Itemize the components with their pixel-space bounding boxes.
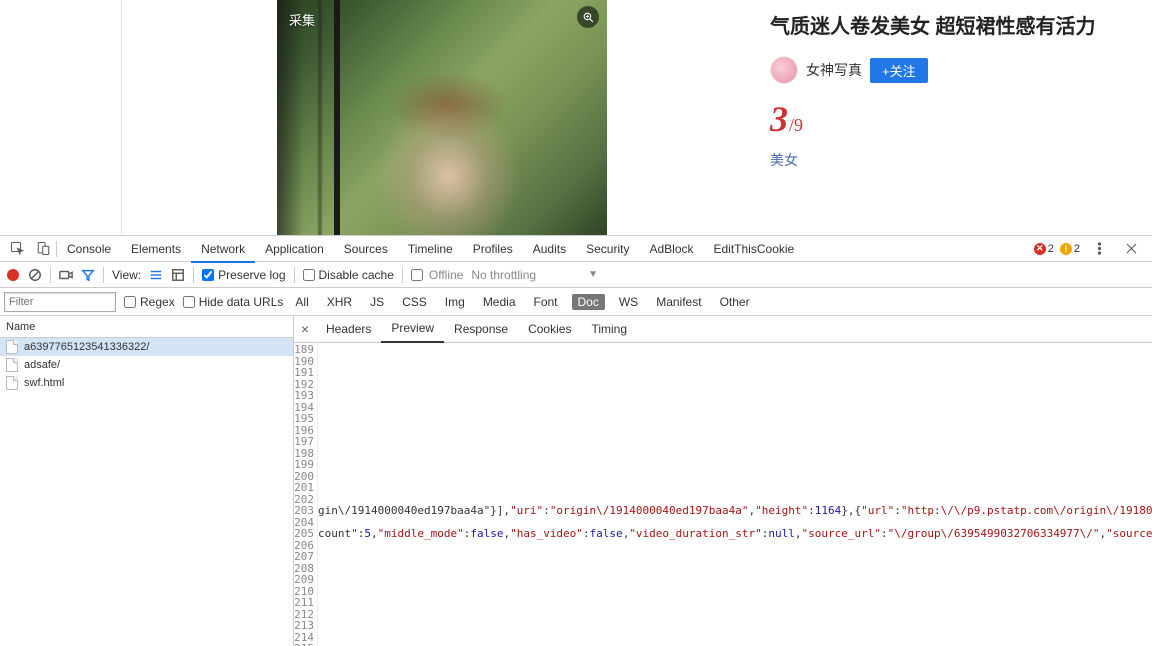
request-list: Name a6397765123541336322/adsafe/swf.htm…	[0, 316, 294, 646]
preview-tab-preview[interactable]: Preview	[381, 316, 444, 343]
gallery-counter: 3 /9	[770, 98, 1134, 140]
preview-tab-cookies[interactable]: Cookies	[518, 316, 581, 343]
network-filter-row: Regex Hide data URLs All XHR JS CSS Img Media…	[0, 288, 1152, 316]
preview-tabs: × HeadersPreviewResponseCookiesTiming	[294, 316, 1152, 343]
tab-network[interactable]: Network	[191, 236, 255, 262]
filter-type-doc[interactable]: Doc	[572, 294, 605, 310]
request-list-header[interactable]: Name	[0, 316, 293, 338]
tag-link[interactable]: 美女	[770, 150, 798, 170]
camera-icon[interactable]	[59, 268, 73, 282]
page-title: 气质迷人卷发美女 超短裙性感有活力	[770, 12, 1134, 42]
filter-type-js[interactable]: JS	[366, 295, 388, 309]
filter-type-ws[interactable]: WS	[615, 295, 642, 309]
filter-input[interactable]	[4, 292, 116, 312]
preview-tab-response[interactable]: Response	[444, 316, 518, 343]
filter-icon[interactable]	[81, 268, 95, 282]
document-icon	[6, 358, 18, 372]
view-list-icon[interactable]	[149, 268, 163, 282]
filter-type-all[interactable]: All	[291, 295, 312, 309]
collect-label[interactable]: 采集	[289, 10, 315, 29]
tab-application[interactable]: Application	[255, 236, 334, 262]
tab-adblock[interactable]: AdBlock	[639, 236, 703, 262]
inspect-icon[interactable]	[4, 236, 30, 262]
request-row[interactable]: swf.html	[0, 374, 293, 392]
warning-count[interactable]: !2	[1060, 243, 1080, 255]
webpage-viewport: 采集 气质迷人卷发美女 超短裙性感有活力 女神写真 +关注 3 /9 美女	[0, 0, 1152, 235]
record-icon[interactable]	[6, 268, 20, 282]
author-name[interactable]: 女神写真	[806, 60, 862, 80]
avatar[interactable]	[770, 56, 798, 84]
tab-console[interactable]: Console	[57, 236, 121, 262]
main-photo[interactable]: 采集	[277, 0, 607, 235]
filter-type-manifest[interactable]: Manifest	[652, 295, 705, 309]
preview-tab-headers[interactable]: Headers	[316, 316, 381, 343]
close-preview-icon[interactable]: ×	[294, 321, 316, 337]
document-icon	[6, 340, 18, 354]
tab-profiles[interactable]: Profiles	[463, 236, 523, 262]
preserve-log-checkbox[interactable]: Preserve log	[202, 268, 285, 282]
filter-type-other[interactable]: Other	[716, 295, 754, 309]
info-panel: 气质迷人卷发美女 超短裙性感有活力 女神写真 +关注 3 /9 美女	[762, 0, 1152, 235]
filter-type-css[interactable]: CSS	[398, 295, 431, 309]
filter-type-media[interactable]: Media	[479, 295, 520, 309]
request-row[interactable]: adsafe/	[0, 356, 293, 374]
document-icon	[6, 376, 18, 390]
kebab-icon[interactable]	[1086, 236, 1112, 262]
regex-checkbox[interactable]: Regex	[124, 295, 175, 309]
devtools-main-tabs: ConsoleElementsNetworkApplicationSources…	[0, 236, 1152, 262]
tab-audits[interactable]: Audits	[523, 236, 576, 262]
hide-urls-checkbox[interactable]: Hide data URLs	[183, 295, 284, 309]
error-count[interactable]: ✕2	[1034, 243, 1054, 255]
view-frame-icon[interactable]	[171, 268, 185, 282]
tab-timeline[interactable]: Timeline	[398, 236, 463, 262]
tab-security[interactable]: Security	[576, 236, 639, 262]
clear-icon[interactable]	[28, 268, 42, 282]
close-icon[interactable]	[1118, 236, 1144, 262]
filter-type-font[interactable]: Font	[530, 295, 562, 309]
filter-type-xhr[interactable]: XHR	[323, 295, 356, 309]
image-container: 采集	[122, 0, 762, 235]
disable-cache-checkbox[interactable]: Disable cache	[303, 268, 394, 282]
devtools-panel: ConsoleElementsNetworkApplicationSources…	[0, 235, 1152, 646]
request-row[interactable]: a6397765123541336322/	[0, 338, 293, 356]
network-body: Name a6397765123541336322/adsafe/swf.htm…	[0, 316, 1152, 646]
zoom-icon[interactable]	[577, 6, 599, 28]
offline-checkbox[interactable]: Offline	[411, 268, 463, 282]
preview-tab-timing[interactable]: Timing	[581, 316, 637, 343]
tab-sources[interactable]: Sources	[334, 236, 398, 262]
filter-type-img[interactable]: Img	[441, 295, 469, 309]
tab-editthiscookie[interactable]: EditThisCookie	[704, 236, 805, 262]
throttling-select[interactable]: No throttling▼	[471, 268, 598, 282]
device-icon[interactable]	[30, 236, 56, 262]
author-row: 女神写真 +关注	[770, 56, 1134, 84]
page-left-sidebar	[0, 0, 122, 235]
tab-elements[interactable]: Elements	[121, 236, 191, 262]
preview-pane: × HeadersPreviewResponseCookiesTiming 18…	[294, 316, 1152, 646]
follow-button[interactable]: +关注	[870, 58, 928, 83]
code-area[interactable]: 1891901911921931941951961971981992002012…	[294, 343, 1152, 646]
network-toolbar: View: Preserve log Disable cache Offline…	[0, 262, 1152, 288]
